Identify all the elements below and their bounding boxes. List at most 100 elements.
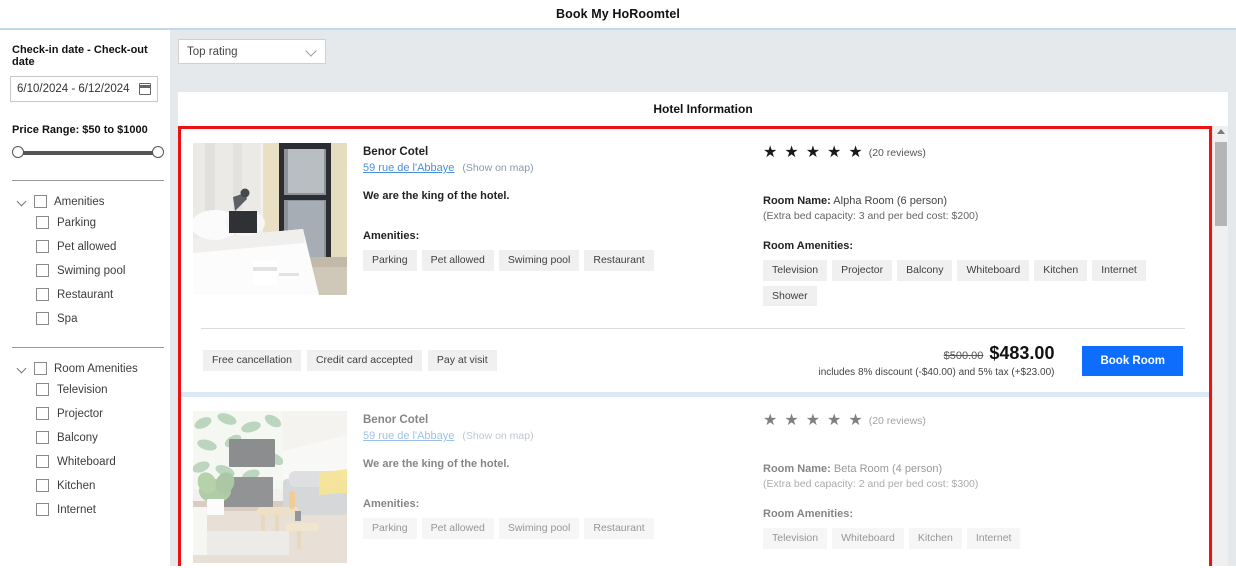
book-room-button[interactable]: Book Room <box>1082 345 1183 376</box>
filter-group-amenities-header[interactable]: Amenities <box>18 195 160 208</box>
room-amenity-chip: Balcony <box>897 260 953 281</box>
hotel-address-link[interactable]: 59 rue de l'Abbaye <box>363 430 454 442</box>
price-line: $500.00 $483.00 <box>818 343 1055 364</box>
filters-sidebar: Check-in date - Check-out date 6/10/2024… <box>0 30 170 566</box>
filter-option-balcony[interactable]: Balcony <box>36 429 160 446</box>
amenities-chips: Parking Pet allowed Swiming pool Restaur… <box>363 518 747 539</box>
slider-handle-max[interactable] <box>152 146 164 158</box>
checkbox-swiming-pool[interactable] <box>36 264 49 277</box>
label-pet-allowed: Pet allowed <box>57 240 117 253</box>
sort-dropdown-value: Top rating <box>187 45 238 58</box>
vertical-scrollbar[interactable] <box>1212 126 1228 566</box>
hotel-address-link[interactable]: 59 rue de l'Abbaye <box>363 162 454 174</box>
amenity-chip: Swiming pool <box>498 518 580 539</box>
filter-option-swiming-pool[interactable]: Swiming pool <box>36 262 160 279</box>
checkbox-whiteboard[interactable] <box>36 455 49 468</box>
scrollbar-thumb[interactable] <box>1215 142 1227 226</box>
filter-option-projector[interactable]: Projector <box>36 405 160 422</box>
checkbox-television[interactable] <box>36 383 49 396</box>
filter-option-restaurant[interactable]: Restaurant <box>36 286 160 303</box>
room-amenity-chip: Whiteboard <box>957 260 1030 281</box>
star-icon: ★ <box>827 412 842 429</box>
room-amenity-chip: Kitchen <box>908 528 962 549</box>
filter-option-whiteboard[interactable]: Whiteboard <box>36 453 160 470</box>
scroll-up-arrow-icon[interactable] <box>1217 129 1225 134</box>
sidebar-divider-2 <box>12 347 164 348</box>
filter-option-pet-allowed[interactable]: Pet allowed <box>36 238 160 255</box>
hotel-information-panel: Hotel Information Benor Cotel 59 rue de … <box>178 92 1228 566</box>
hotel-tagline: We are the king of the hotel. <box>363 190 510 202</box>
amenity-chip: Restaurant <box>584 518 654 539</box>
slider-handle-min[interactable] <box>12 146 24 158</box>
sort-dropdown[interactable]: Top rating <box>178 39 326 64</box>
date-filter-label: Check-in date - Check-out date <box>12 44 148 68</box>
results-toolbar: Top rating <box>170 30 1236 92</box>
chevron-down-icon[interactable] <box>18 197 27 206</box>
filter-option-internet[interactable]: Internet <box>36 501 160 518</box>
filter-option-parking[interactable]: Parking <box>36 214 160 231</box>
label-swiming-pool: Swiming pool <box>57 264 126 277</box>
hotel-card-main: Benor Cotel 59 rue de l'Abbaye (Show on … <box>363 143 747 306</box>
checkbox-spa[interactable] <box>36 312 49 325</box>
hotel-address-row: 59 rue de l'Abbaye (Show on map) <box>363 162 747 174</box>
filter-option-spa[interactable]: Spa <box>36 310 160 327</box>
amenities-chips: Parking Pet allowed Swiming pool Restaur… <box>363 250 747 271</box>
amenity-chip: Restaurant <box>584 250 654 271</box>
checkbox-projector[interactable] <box>36 407 49 420</box>
filter-option-television[interactable]: Television <box>36 381 160 398</box>
filter-group-room-amenities-header[interactable]: Room Amenities <box>18 362 160 375</box>
date-range-input[interactable]: 6/10/2024 - 6/12/2024 <box>10 76 158 102</box>
hotel-card[interactable]: Benor Cotel 59 rue de l'Abbaye (Show on … <box>181 129 1209 392</box>
checkbox-internet[interactable] <box>36 503 49 516</box>
chevron-down-icon[interactable] <box>18 364 27 373</box>
show-on-map-link[interactable]: (Show on map) <box>462 430 533 442</box>
checkbox-parking[interactable] <box>36 216 49 229</box>
rating-row: ★ ★ ★ ★ ★ (20 reviews) <box>763 145 1193 161</box>
rating-row: ★ ★ ★ ★ ★ (20 reviews) <box>763 413 1193 429</box>
app-shell: Check-in date - Check-out date 6/10/2024… <box>0 30 1236 566</box>
slider-track <box>17 151 159 155</box>
filter-option-kitchen[interactable]: Kitchen <box>36 477 160 494</box>
filter-group-amenities-title: Amenities <box>54 195 105 208</box>
amenity-chip: Pet allowed <box>421 518 494 539</box>
star-rating: ★ ★ ★ ★ ★ <box>763 145 863 161</box>
chevron-down-icon[interactable] <box>307 47 317 57</box>
checkbox-kitchen[interactable] <box>36 479 49 492</box>
checkbox-balcony[interactable] <box>36 431 49 444</box>
room-amenity-chip: Projector <box>832 260 893 281</box>
room-amenities-chips: Television Projector Balcony Whiteboard … <box>763 260 1193 306</box>
hotel-card[interactable]: Benor Cotel 59 rue de l'Abbaye (Show on … <box>181 397 1209 563</box>
filter-group-amenities-checkbox[interactable] <box>34 195 47 208</box>
amenity-chip: Swiming pool <box>498 250 580 271</box>
price-range-label: Price Range: $50 to $1000 <box>12 124 148 136</box>
room-extra-bed-info: (Extra bed capacity: 2 and per bed cost:… <box>763 478 979 490</box>
room-extra-bed-info: (Extra bed capacity: 3 and per bed cost:… <box>763 210 979 222</box>
star-icon: ★ <box>784 144 799 161</box>
room-amenities-chips: Television Whiteboard Kitchen Internet <box>763 528 1193 549</box>
room-name-label: Room Name: <box>763 463 831 475</box>
star-icon: ★ <box>763 412 778 429</box>
filter-group-room-amenities: Room Amenities Television Projector Balc… <box>10 362 160 518</box>
checkbox-restaurant[interactable] <box>36 288 49 301</box>
hotel-thumbnail[interactable] <box>193 411 347 563</box>
room-amenity-chip: Television <box>763 260 828 281</box>
price-breakdown: includes 8% discount (-$40.00) and 5% ta… <box>818 367 1055 378</box>
original-price: $500.00 <box>943 350 984 362</box>
show-on-map-link[interactable]: (Show on map) <box>462 162 533 174</box>
filter-group-amenities: Amenities Parking Pet allowed Swiming po… <box>10 195 160 327</box>
hotel-name: Benor Cotel <box>363 146 429 158</box>
app-title: Book My HoRoomtel <box>556 7 680 21</box>
label-internet: Internet <box>57 503 96 516</box>
label-parking: Parking <box>57 216 96 229</box>
checkbox-pet-allowed[interactable] <box>36 240 49 253</box>
price-range-slider[interactable] <box>12 146 164 160</box>
hotel-thumbnail[interactable] <box>193 143 347 295</box>
room-amenities-title: Room Amenities: <box>763 240 854 252</box>
calendar-icon[interactable] <box>139 83 151 95</box>
policy-chips: Free cancellation Credit card accepted P… <box>203 350 497 371</box>
final-price: $483.00 <box>989 343 1055 363</box>
label-television: Television <box>57 383 108 396</box>
filter-group-room-amenities-checkbox[interactable] <box>34 362 47 375</box>
hotel-card-bottom: Free cancellation Credit card accepted P… <box>193 329 1193 392</box>
hotel-list-wrap: Benor Cotel 59 rue de l'Abbaye (Show on … <box>178 126 1228 566</box>
